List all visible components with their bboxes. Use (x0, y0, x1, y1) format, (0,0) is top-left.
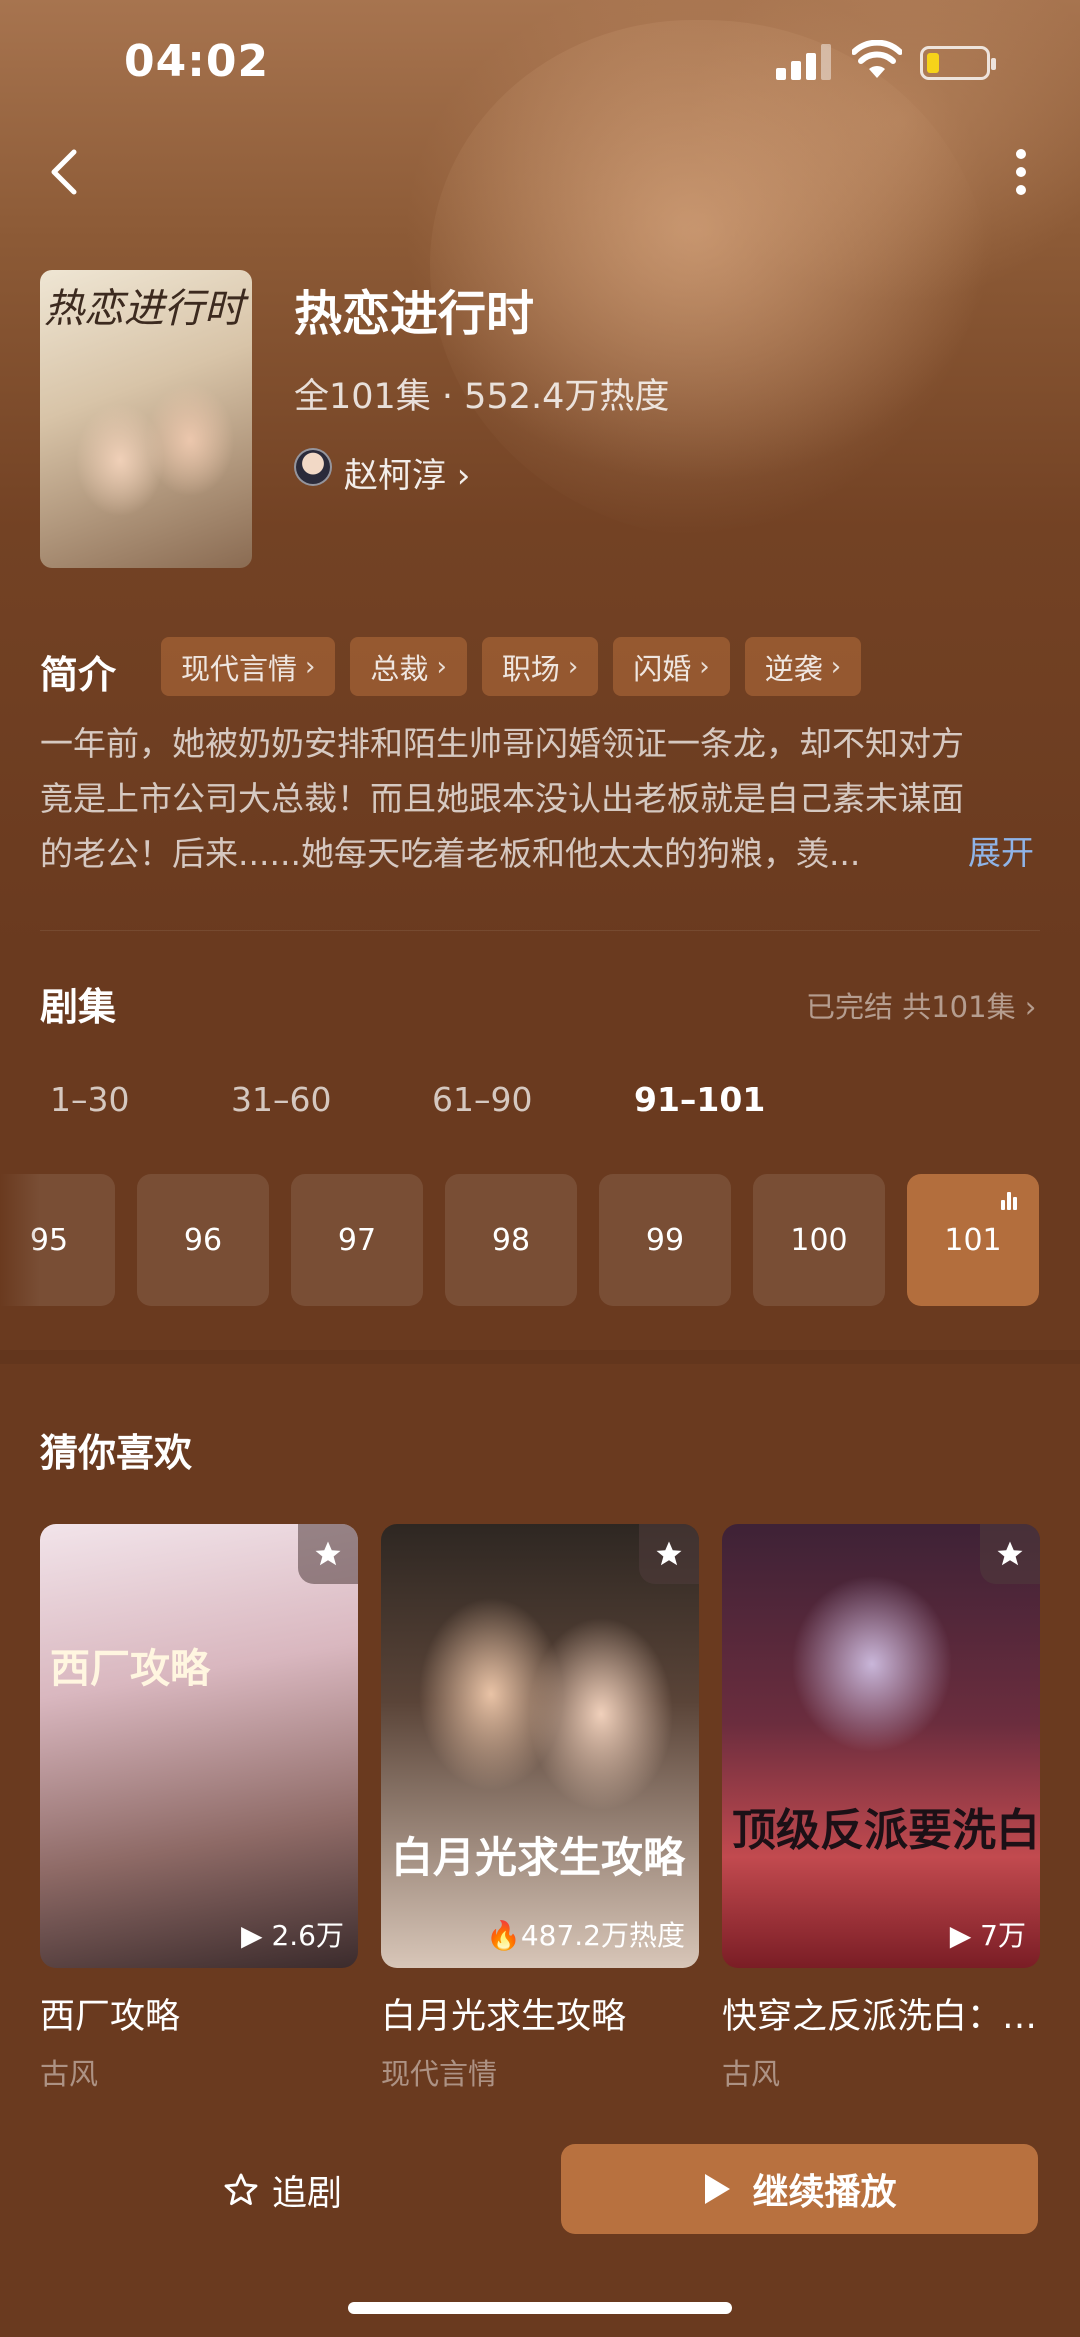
recommend-genre: 古风 (722, 2057, 781, 2091)
recommend-title[interactable]: 白月光求生攻略 (381, 1988, 699, 2039)
follow-label: 追剧 (272, 2173, 343, 2214)
episodes-heading: 剧集 (40, 985, 117, 1029)
play-count: ▶ 2.6万 (241, 1919, 344, 1952)
heat-value: 487.2万热度 (520, 1919, 685, 1952)
show-poster: 热恋进行时 (40, 270, 252, 568)
chevron-right-icon: › (830, 651, 842, 682)
battery-icon (920, 46, 996, 80)
episode-number: 101 (944, 1222, 1002, 1258)
recommend-card[interactable]: 白月光求生攻略 🔥487.2万热度 白月光求生攻略 现代言情 (381, 1524, 699, 2093)
recommend-title[interactable]: 西厂攻略 (40, 1988, 358, 2039)
continue-playing-button[interactable]: 继续播放 (561, 2144, 1038, 2234)
episode-list: 95 96 97 98 99 100 101 (0, 1174, 1080, 1306)
intro-heading: 简介 (40, 653, 117, 697)
show-title: 热恋进行时 (294, 286, 535, 342)
recommend-cover[interactable]: 顶级反派要洗白 ▶ 7万 (722, 1524, 1040, 1968)
tag-label: 逆袭 (764, 651, 823, 686)
chevron-right-icon: › (436, 651, 447, 682)
star-icon (656, 1541, 682, 1566)
tag-chip[interactable]: 闪婚 › (613, 637, 730, 696)
star-icon (315, 1541, 341, 1566)
cover-title-art: 顶级反派要洗白 (732, 1805, 1040, 1856)
synopsis-line: 一年前，她被奶奶安排和陌生帅哥闪婚领证一条龙，却不知对方 (40, 724, 964, 763)
follow-button[interactable]: 追剧 (222, 2160, 342, 2220)
cover-title-art: 西厂攻略 (50, 1645, 210, 1692)
favorite-button[interactable] (639, 1524, 699, 1584)
chevron-right-icon: › (305, 651, 316, 682)
tab-range-31-60[interactable]: 31–60 (231, 1080, 331, 1119)
synopsis-line: 的老公！后来......她每天吃着老板和他太太的狗粮，羡... (40, 834, 861, 873)
synopsis-text[interactable]: 一年前，她被奶奶安排和陌生帅哥闪婚领证一条龙，却不知对方 竟是上市公司大总裁！而… (40, 716, 1040, 881)
show-meta: 全101集 · 552.4万热度 (294, 377, 670, 417)
cover-title-art: 白月光求生攻略 (391, 1833, 686, 1882)
episode-button-current[interactable]: 101 (907, 1174, 1039, 1306)
tag-chip[interactable]: 现代言情 › (161, 637, 336, 696)
divider (40, 930, 1040, 931)
episode-button[interactable]: 96 (137, 1174, 269, 1306)
episode-range-tabs: 1–30 31–60 61–90 91–101 (0, 1080, 1080, 1140)
recommend-genre: 古风 (40, 2057, 99, 2091)
recommend-cover[interactable]: 西厂攻略 ▶ 2.6万 (40, 1524, 358, 1968)
tag-label: 职场 (501, 651, 560, 686)
status-time: 04:02 (124, 36, 270, 87)
recommend-heading: 猜你喜欢 (40, 1431, 193, 1475)
genre-tags: 现代言情 › 总裁 › 职场 › 闪婚 › 逆袭 › (161, 637, 862, 696)
episode-button[interactable]: 97 (291, 1174, 423, 1306)
tag-label: 现代言情 (181, 651, 298, 686)
tag-label: 闪婚 (633, 651, 692, 686)
scroll-fade (0, 1174, 40, 1306)
play-icon (705, 2174, 731, 2204)
star-outline-icon (224, 2173, 258, 2206)
battery-level (927, 53, 939, 73)
favorite-button[interactable] (298, 1524, 358, 1584)
more-options-icon[interactable] (1006, 142, 1036, 202)
recommend-title[interactable]: 快穿之反派洗白：… (722, 1988, 1040, 2039)
cellular-signal-icon (776, 44, 834, 80)
continue-label: 继续播放 (752, 2172, 897, 2213)
flame-icon: 🔥 (485, 1919, 521, 1952)
now-playing-icon (1001, 1192, 1023, 1210)
recommend-genre: 现代言情 (381, 2057, 498, 2091)
recommend-card[interactable]: 西厂攻略 ▶ 2.6万 西厂攻略 古风 (40, 1524, 358, 2093)
home-indicator[interactable] (348, 2302, 732, 2314)
episode-button[interactable]: 98 (445, 1174, 577, 1306)
episode-button[interactable]: 100 (753, 1174, 885, 1306)
heat-count: 🔥487.2万热度 (486, 1914, 685, 1954)
favorite-button[interactable] (980, 1524, 1040, 1584)
tab-range-61-90[interactable]: 61–90 (432, 1080, 532, 1119)
status-bar: 04:02 (0, 0, 1080, 120)
actor-avatar[interactable] (294, 448, 332, 486)
expand-synopsis-button[interactable]: 展开 (968, 826, 1034, 874)
chevron-right-icon: › (567, 651, 579, 682)
tag-label: 总裁 (370, 651, 429, 686)
tab-range-1-30[interactable]: 1–30 (50, 1080, 130, 1119)
recommend-card[interactable]: 顶级反派要洗白 ▶ 7万 快穿之反派洗白：… 古风 (722, 1524, 1040, 2093)
back-arrow-icon[interactable] (40, 142, 90, 202)
recommend-cover[interactable]: 白月光求生攻略 🔥487.2万热度 (381, 1524, 699, 1968)
tag-chip[interactable]: 总裁 › (350, 637, 467, 696)
tab-range-91-101[interactable]: 91–101 (634, 1080, 765, 1119)
episodes-status-link[interactable]: 已完结 共101集 › (806, 984, 1036, 1026)
poster-title-art: 热恋进行时 (44, 286, 244, 332)
section-separator (0, 1350, 1080, 1364)
tag-chip[interactable]: 逆袭 › (744, 637, 862, 696)
episode-button[interactable]: 99 (599, 1174, 731, 1306)
actor-link[interactable]: 赵柯淳 › (344, 448, 470, 497)
chevron-right-icon: › (699, 651, 710, 682)
wifi-icon (852, 40, 902, 78)
play-count: ▶ 7万 (949, 1919, 1026, 1952)
star-icon (997, 1541, 1023, 1566)
synopsis-line: 竟是上市公司大总裁！而且她跟本没认出老板就是自己素未谋面 (40, 779, 964, 818)
tag-chip[interactable]: 职场 › (481, 637, 599, 696)
